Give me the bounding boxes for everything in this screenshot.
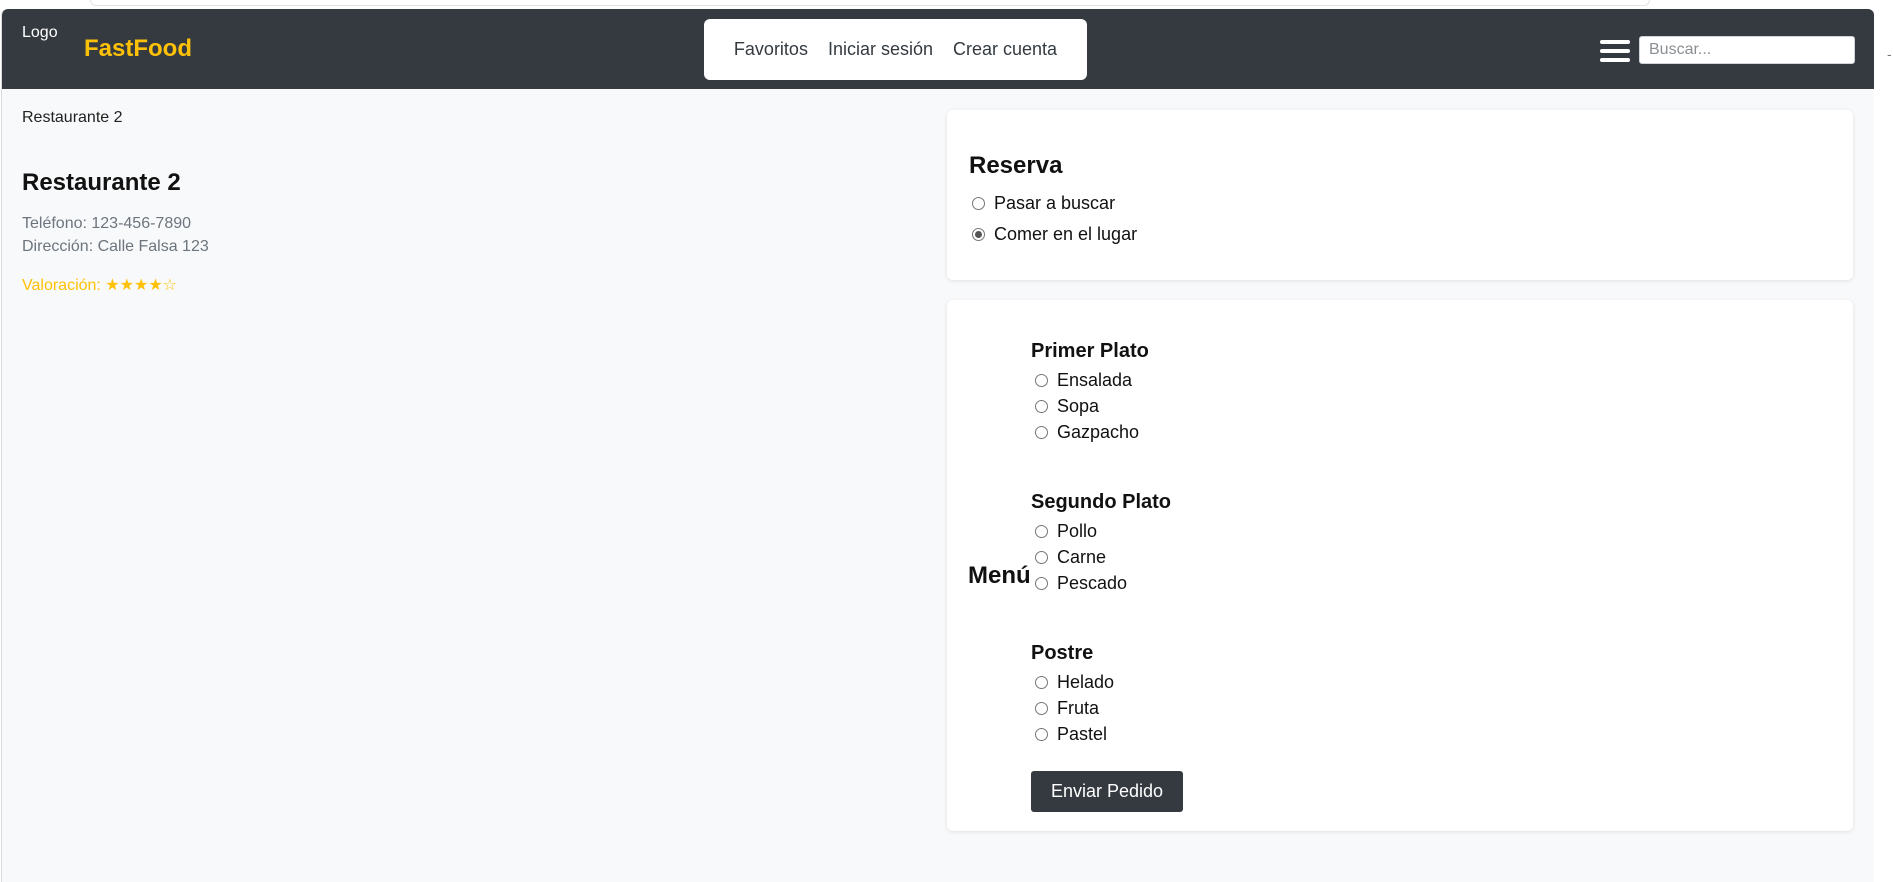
radio-fruta[interactable] bbox=[1035, 702, 1048, 715]
reserva-title: Reserva bbox=[969, 152, 1063, 179]
course-title-segundo-plato: Segundo Plato bbox=[1031, 491, 1171, 513]
radio-pastel[interactable] bbox=[1035, 728, 1048, 741]
option-label: Pollo bbox=[1057, 521, 1098, 541]
navbar: Logo FastFood Favoritos Iniciar sesión C… bbox=[2, 9, 1874, 89]
radio-ensalada[interactable] bbox=[1035, 374, 1048, 387]
brand-name[interactable]: FastFood bbox=[84, 35, 192, 63]
option-pollo[interactable]: Pollo bbox=[1035, 521, 1097, 542]
restaurant-image: Restaurante 2 bbox=[22, 109, 123, 126]
scrollbar-marker: - bbox=[1887, 46, 1892, 62]
option-helado[interactable]: Helado bbox=[1035, 672, 1114, 693]
menu-title: Menú bbox=[968, 562, 1031, 589]
option-label: Sopa bbox=[1057, 396, 1100, 416]
radio-comer-en-el-lugar[interactable] bbox=[972, 228, 985, 241]
option-label: Pasar a buscar bbox=[994, 193, 1116, 213]
course-title-postre: Postre bbox=[1031, 642, 1094, 664]
restaurant-name: Restaurante 2 bbox=[22, 169, 181, 196]
enviar-pedido-button[interactable]: Enviar Pedido bbox=[1031, 771, 1183, 812]
logo-image[interactable]: Logo bbox=[22, 24, 58, 42]
radio-helado[interactable] bbox=[1035, 676, 1048, 689]
radio-gazpacho[interactable] bbox=[1035, 426, 1048, 439]
option-label: Ensalada bbox=[1057, 370, 1133, 390]
radio-pasar-a-buscar[interactable] bbox=[972, 197, 985, 210]
option-carne[interactable]: Carne bbox=[1035, 547, 1106, 568]
reserva-option-comer-en-el-lugar[interactable]: Comer en el lugar bbox=[972, 224, 1137, 245]
reserva-option-pasar-a-buscar[interactable]: Pasar a buscar bbox=[972, 193, 1115, 214]
nav-iniciar-sesion[interactable]: Iniciar sesión bbox=[828, 39, 933, 60]
option-gazpacho[interactable]: Gazpacho bbox=[1035, 422, 1139, 443]
restaurant-rating: Valoración: ★★★★☆ bbox=[22, 277, 178, 294]
reserva-card: Reserva Pasar a buscar Comer en el lugar bbox=[947, 110, 1853, 280]
restaurant-phone: Teléfono: 123-456-7890 bbox=[22, 215, 192, 232]
restaurant-address: Dirección: Calle Falsa 123 bbox=[22, 238, 209, 255]
option-label: Carne bbox=[1057, 547, 1107, 567]
option-label: Pescado bbox=[1057, 573, 1128, 593]
course-title-primer-plato: Primer Plato bbox=[1031, 340, 1149, 362]
nav-links: Favoritos Iniciar sesión Crear cuenta bbox=[704, 19, 1087, 80]
option-fruta[interactable]: Fruta bbox=[1035, 698, 1099, 719]
option-label: Helado bbox=[1057, 672, 1115, 692]
search-input[interactable] bbox=[1639, 36, 1855, 64]
radio-pescado[interactable] bbox=[1035, 577, 1048, 590]
option-pastel[interactable]: Pastel bbox=[1035, 724, 1107, 745]
menu-card: Menú Primer Plato Ensalada Sopa Gazpacho… bbox=[947, 300, 1853, 831]
option-label: Fruta bbox=[1057, 698, 1100, 718]
nav-crear-cuenta[interactable]: Crear cuenta bbox=[953, 39, 1057, 60]
radio-pollo[interactable] bbox=[1035, 525, 1048, 538]
page: Logo FastFood Favoritos Iniciar sesión C… bbox=[1, 9, 1874, 882]
browser-top-strip bbox=[90, 0, 1650, 6]
radio-sopa[interactable] bbox=[1035, 400, 1048, 413]
hamburger-icon[interactable] bbox=[1600, 40, 1630, 62]
option-pescado[interactable]: Pescado bbox=[1035, 573, 1127, 594]
nav-favoritos[interactable]: Favoritos bbox=[734, 39, 808, 60]
radio-carne[interactable] bbox=[1035, 551, 1048, 564]
option-label: Gazpacho bbox=[1057, 422, 1140, 442]
browser-viewport: - Logo FastFood Favoritos Iniciar sesión… bbox=[0, 0, 1893, 882]
option-label: Pastel bbox=[1057, 724, 1108, 744]
option-label: Comer en el lugar bbox=[994, 224, 1138, 244]
option-ensalada[interactable]: Ensalada bbox=[1035, 370, 1132, 391]
option-sopa[interactable]: Sopa bbox=[1035, 396, 1099, 417]
